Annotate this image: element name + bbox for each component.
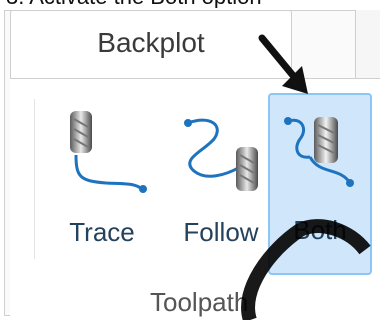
tab-label: Backplot (97, 27, 205, 58)
group-label: Toolpath (150, 287, 249, 317)
adjacent-tab[interactable] (355, 10, 380, 79)
follow-toolpath-icon (184, 118, 258, 191)
follow-label: Follow (183, 217, 259, 247)
both-toolpath-icon (284, 117, 354, 187)
trace-button[interactable]: Trace (46, 97, 158, 275)
trace-label: Trace (69, 217, 135, 247)
follow-button[interactable]: Follow (170, 97, 272, 275)
tab-backplot[interactable]: Backplot (10, 10, 292, 79)
panel-divider (34, 99, 35, 259)
instruction-caption: 3. Activate the Both option (0, 0, 381, 8)
ribbon-panel: Trace Follow Both Toolpath (10, 78, 380, 317)
both-label: Both (293, 215, 347, 245)
both-button[interactable]: Both (268, 93, 372, 275)
trace-toolpath-icon (70, 111, 147, 193)
